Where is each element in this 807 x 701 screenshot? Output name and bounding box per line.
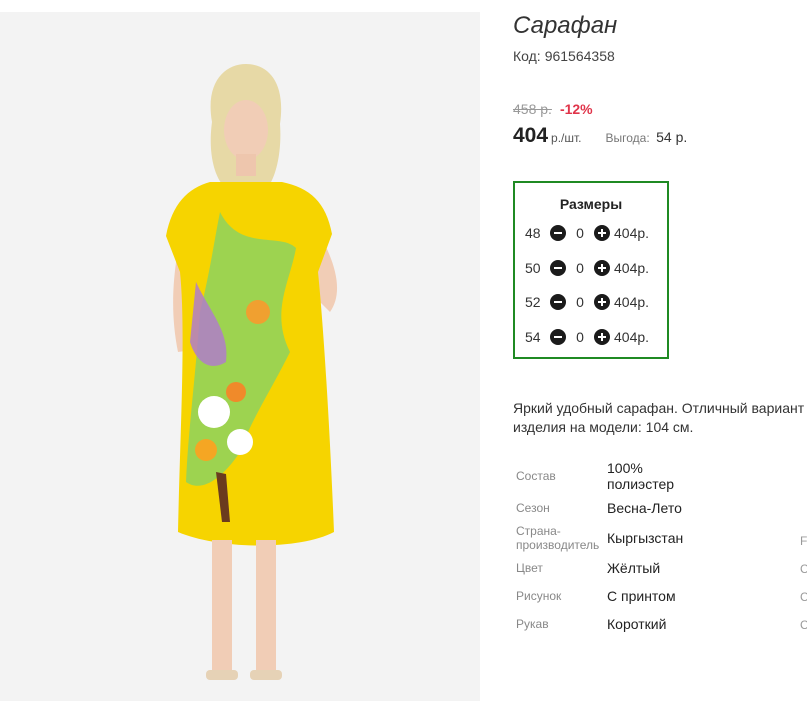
spec-value: Весна-Лето <box>607 500 682 516</box>
product-code: Код: 961564358 <box>513 48 615 64</box>
quantity-value[interactable]: 0 <box>566 260 594 276</box>
plus-circle-icon[interactable] <box>594 225 610 241</box>
spec-value: 100% полиэстер <box>607 460 675 492</box>
spec-label: Рукав <box>516 617 549 631</box>
product-title: Сарафан <box>513 12 618 39</box>
old-price-row: 458 р. -12% <box>513 101 593 117</box>
quantity-value[interactable]: 0 <box>566 294 594 310</box>
spec-value: Кыргызстан <box>607 530 684 546</box>
product-photo[interactable] <box>0 12 480 701</box>
product-code-value: 961564358 <box>544 48 615 64</box>
cropped-column-letter: C <box>800 562 807 576</box>
minus-circle-icon[interactable] <box>550 294 566 310</box>
minus-circle-icon[interactable] <box>550 329 566 345</box>
product-info: Сарафан Код: 961564358 458 р. -12% 404 р./ш… <box>513 0 807 701</box>
minus-circle-icon[interactable] <box>550 225 566 241</box>
spec-label: Страна-производитель <box>516 524 600 552</box>
description-line: Яркий удобный сарафан. Отличный вариант <box>513 400 805 416</box>
spec-label: Состав <box>516 469 556 483</box>
spec-value: Короткий <box>607 616 667 632</box>
cropped-column-letter: C <box>800 590 807 604</box>
size-row: 54 0 404р. <box>525 327 649 347</box>
benefit-label: Выгода: <box>605 131 650 145</box>
size-row: 50 0 404р. <box>525 258 649 278</box>
plus-circle-icon[interactable] <box>594 260 610 276</box>
spec-value: Жёлтый <box>607 560 661 576</box>
size-number: 52 <box>525 294 541 310</box>
size-row: 48 0 404р. <box>525 223 649 243</box>
size-row: 52 0 404р. <box>525 292 649 312</box>
quantity-value[interactable]: 0 <box>566 225 594 241</box>
description-line: изделия на модели: 104 см. <box>513 419 694 435</box>
sizes-box: Размеры 48 0 404р. 50 0 404р. 52 0 404р.… <box>513 181 669 359</box>
size-number: 50 <box>525 260 541 276</box>
size-price: 404р. <box>614 294 650 310</box>
quantity-value[interactable]: 0 <box>566 329 594 345</box>
old-price: 458 р. <box>513 101 552 117</box>
size-price: 404р. <box>614 329 650 345</box>
product-code-label: Код: <box>513 48 541 64</box>
size-number: 54 <box>525 329 541 345</box>
price-unit: р./шт. <box>551 131 582 145</box>
price-row: 404 р./шт. Выгода: 54 р. <box>513 124 687 148</box>
size-price: 404р. <box>614 260 650 276</box>
minus-circle-icon[interactable] <box>550 260 566 276</box>
size-price: 404р. <box>614 225 650 241</box>
size-number: 48 <box>525 225 541 241</box>
sizes-title: Размеры <box>559 196 623 212</box>
product-description: Яркий удобный сарафан. Отличный вариант … <box>513 399 807 437</box>
benefit-value: 54 р. <box>656 129 688 145</box>
discount-badge: -12% <box>559 101 593 117</box>
spec-label: Цвет <box>516 561 543 575</box>
price-value: 404 <box>513 124 549 147</box>
spec-label: Сезон <box>516 501 550 515</box>
product-photo-illustration <box>0 12 480 701</box>
plus-circle-icon[interactable] <box>594 329 610 345</box>
spec-label: Рисунок <box>516 589 562 603</box>
cropped-column-letter: C <box>800 618 807 632</box>
plus-circle-icon[interactable] <box>594 294 610 310</box>
spec-value: С принтом <box>607 588 676 604</box>
cropped-column-letter: F <box>800 534 807 548</box>
